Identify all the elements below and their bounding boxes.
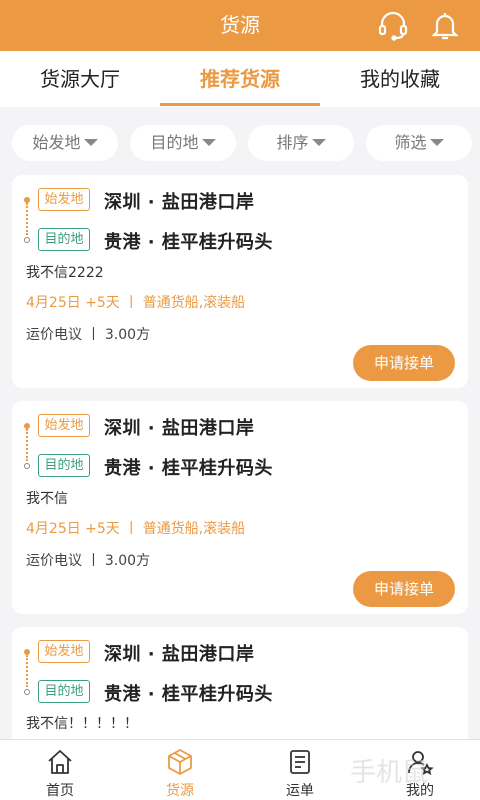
waybill-icon	[290, 750, 310, 774]
tab-my-favorites[interactable]: 我的收藏	[320, 51, 480, 107]
filter-origin-label: 始发地	[32, 133, 81, 152]
destination-port: 贵港 · 桂平桂升码头	[104, 684, 273, 705]
nav-home-label: 首页	[46, 783, 74, 799]
home-icon	[48, 750, 72, 774]
cargo-card[interactable]: 始发地 深圳 · 盐田港口岸 目的地 贵港 · 桂平桂升码头 我不信！！！！！	[12, 627, 468, 739]
destination-port: 贵港 · 桂平桂升码头	[104, 232, 273, 253]
cargo-remark: 我不信2222	[26, 265, 104, 281]
schedule-ship-type: 4月25日 +5天 丨 普通货船,滚装船	[26, 521, 246, 537]
destination-port: 贵港 · 桂平桂升码头	[104, 458, 273, 479]
destination-tag: 目的地	[38, 454, 90, 477]
destination-dot	[24, 689, 30, 695]
active-tab-indicator	[160, 103, 320, 106]
origin-port: 深圳 · 盐田港口岸	[104, 644, 255, 665]
apply-order-button[interactable]: 申请接单	[353, 571, 455, 607]
tab-bar: 货源大厅 推荐货源 我的收藏	[0, 51, 480, 107]
sort-label: 排序	[276, 133, 309, 152]
header-bar: 货源	[0, 0, 480, 51]
destination-tag: 目的地	[38, 228, 90, 251]
filter-label: 筛选	[394, 133, 427, 152]
dropdown-arrow-icon	[429, 139, 444, 146]
cargo-card[interactable]: 始发地 深圳 · 盐田港口岸 目的地 贵港 · 桂平桂升码头 我不信 4月25日…	[12, 401, 468, 614]
apply-order-button[interactable]: 申请接单	[353, 345, 455, 381]
filter-bar: 始发地 目的地 排序 筛选	[0, 107, 480, 175]
origin-port: 深圳 · 盐田港口岸	[104, 418, 255, 439]
cargo-box-icon	[168, 749, 192, 775]
filter-origin-button[interactable]: 始发地	[12, 125, 118, 161]
cargo-remark: 我不信	[26, 491, 68, 507]
watermark-logo: 手机鼠	[350, 758, 429, 788]
freight-price: 运价电议 丨 3.00方	[26, 553, 151, 569]
destination-dot	[24, 237, 30, 243]
headset-icon[interactable]	[376, 8, 410, 42]
tab-cargo-hall[interactable]: 货源大厅	[0, 51, 160, 107]
freight-price: 运价电议 丨 3.00方	[26, 327, 151, 343]
tab-recommended-cargo[interactable]: 推荐货源	[160, 51, 320, 107]
filter-button[interactable]: 筛选	[366, 125, 472, 161]
nav-waybill-label: 运单	[286, 783, 314, 799]
cargo-remark: 我不信！！！！！	[26, 716, 138, 732]
nav-cargo[interactable]: 货源	[120, 740, 240, 800]
nav-home[interactable]: 首页	[0, 740, 120, 800]
origin-port: 深圳 · 盐田港口岸	[104, 192, 255, 213]
bell-icon[interactable]	[428, 8, 462, 42]
route-line	[26, 429, 28, 461]
dropdown-arrow-icon	[311, 139, 326, 146]
nav-cargo-label: 货源	[166, 783, 194, 799]
cargo-card[interactable]: 始发地 深圳 · 盐田港口岸 目的地 贵港 · 桂平桂升码头 我不信2222 4…	[12, 175, 468, 388]
nav-waybill[interactable]: 运单	[240, 740, 360, 800]
destination-dot	[24, 463, 30, 469]
dropdown-arrow-icon	[201, 139, 216, 146]
sort-button[interactable]: 排序	[248, 125, 354, 161]
origin-tag: 始发地	[38, 640, 90, 663]
filter-destination-label: 目的地	[150, 133, 199, 152]
origin-tag: 始发地	[38, 414, 90, 437]
destination-tag: 目的地	[38, 680, 90, 703]
origin-tag: 始发地	[38, 188, 90, 211]
route-line	[26, 203, 28, 235]
schedule-ship-type: 4月25日 +5天 丨 普通货船,滚装船	[26, 295, 246, 311]
filter-destination-button[interactable]: 目的地	[130, 125, 236, 161]
route-line	[26, 655, 28, 687]
dropdown-arrow-icon	[83, 139, 98, 146]
